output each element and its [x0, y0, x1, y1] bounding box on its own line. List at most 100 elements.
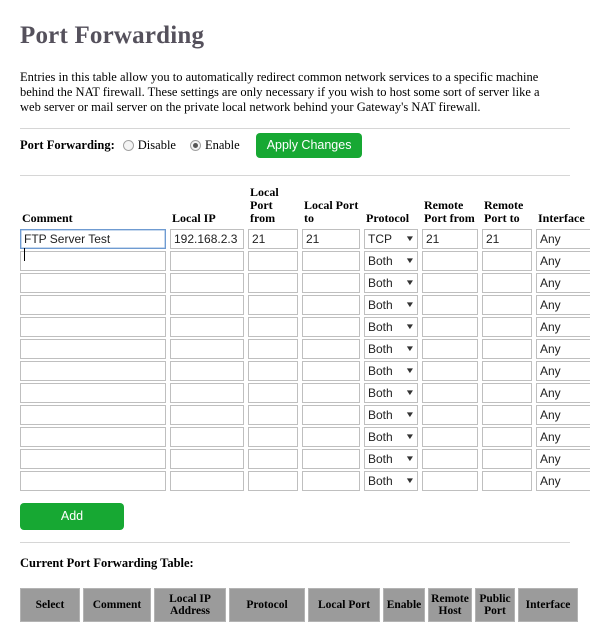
protocol-select[interactable]: Both ▼ — [364, 404, 418, 425]
add-button[interactable]: Add — [20, 502, 124, 530]
remote-port-to-input[interactable] — [482, 272, 532, 293]
radio-disable[interactable]: Disable — [122, 138, 176, 153]
remote-port-from-input[interactable] — [422, 360, 478, 381]
local-port-to-input[interactable] — [302, 250, 360, 271]
local-port-from-input[interactable] — [248, 294, 298, 315]
remote-port-from-input[interactable] — [422, 448, 478, 469]
local-ip-input[interactable] — [170, 338, 244, 359]
remote-port-from-input[interactable] — [422, 294, 478, 315]
remote-port-to-input[interactable] — [482, 448, 532, 469]
remote-port-to-input[interactable] — [482, 316, 532, 337]
interface-select[interactable]: Any▼ — [536, 338, 590, 359]
remote-port-from-input[interactable]: 21 — [422, 228, 478, 249]
protocol-select[interactable]: Both ▼ — [364, 426, 418, 447]
protocol-select[interactable]: Both ▼ — [364, 316, 418, 337]
radio-enable-indicator[interactable] — [189, 140, 201, 151]
interface-select[interactable]: Any▼ — [536, 404, 590, 425]
remote-port-from-input[interactable] — [422, 338, 478, 359]
local-port-from-input[interactable] — [248, 426, 298, 447]
local-port-to-input[interactable] — [302, 294, 360, 315]
local-port-from-input[interactable]: 21 — [248, 228, 298, 249]
comment-input[interactable] — [20, 404, 166, 425]
comment-input[interactable] — [20, 426, 166, 447]
protocol-select[interactable]: Both ▼ — [364, 272, 418, 293]
local-ip-input[interactable] — [170, 382, 244, 403]
protocol-select[interactable]: Both ▼ — [364, 294, 418, 315]
interface-select[interactable]: Any▼ — [536, 448, 590, 469]
comment-input[interactable] — [20, 250, 166, 271]
local-port-from-input[interactable] — [248, 448, 298, 469]
local-ip-input[interactable] — [170, 448, 244, 469]
remote-port-to-input[interactable] — [482, 404, 532, 425]
remote-port-from-input[interactable] — [422, 404, 478, 425]
local-port-from-input[interactable] — [248, 360, 298, 381]
local-ip-input[interactable] — [170, 404, 244, 425]
comment-input[interactable] — [20, 382, 166, 403]
protocol-select[interactable]: Both ▼ — [364, 448, 418, 469]
comment-input[interactable] — [20, 360, 166, 381]
local-port-to-input[interactable] — [302, 360, 360, 381]
remote-port-from-input[interactable] — [422, 382, 478, 403]
local-port-from-input[interactable] — [248, 272, 298, 293]
local-ip-input[interactable] — [170, 294, 244, 315]
radio-disable-indicator[interactable] — [122, 140, 134, 151]
local-port-to-input[interactable] — [302, 316, 360, 337]
local-port-from-input[interactable] — [248, 338, 298, 359]
local-ip-input[interactable]: 192.168.2.3 — [170, 228, 244, 249]
local-ip-input[interactable] — [170, 250, 244, 271]
remote-port-to-input[interactable] — [482, 426, 532, 447]
remote-port-from-input[interactable] — [422, 470, 478, 491]
protocol-select[interactable]: Both ▼ — [364, 382, 418, 403]
radio-enable[interactable]: Enable — [189, 138, 240, 153]
remote-port-to-input[interactable] — [482, 294, 532, 315]
remote-port-to-input[interactable] — [482, 360, 532, 381]
local-port-to-input[interactable] — [302, 272, 360, 293]
local-ip-input[interactable] — [170, 272, 244, 293]
local-port-to-input[interactable] — [302, 382, 360, 403]
remote-port-to-input[interactable] — [482, 382, 532, 403]
protocol-select[interactable]: Both ▼ — [364, 338, 418, 359]
local-port-to-input[interactable] — [302, 338, 360, 359]
comment-input[interactable] — [20, 470, 166, 491]
local-port-from-input[interactable] — [248, 250, 298, 271]
comment-input[interactable] — [20, 294, 166, 315]
remote-port-from-input[interactable] — [422, 272, 478, 293]
interface-select[interactable]: Any▼ — [536, 360, 590, 381]
interface-select[interactable]: Any▼ — [536, 250, 590, 271]
interface-select[interactable]: Any▼ — [536, 470, 590, 491]
comment-input[interactable] — [20, 316, 166, 337]
remote-port-from-input[interactable] — [422, 316, 478, 337]
local-port-to-input[interactable] — [302, 448, 360, 469]
interface-select[interactable]: Any▼ — [536, 316, 590, 337]
comment-input[interactable] — [20, 338, 166, 359]
remote-port-from-input[interactable] — [422, 426, 478, 447]
interface-select[interactable]: Any▼ — [536, 382, 590, 403]
remote-port-to-input[interactable] — [482, 470, 532, 491]
interface-select[interactable]: Any▼ — [536, 294, 590, 315]
local-port-from-input[interactable] — [248, 404, 298, 425]
interface-select[interactable]: Any▼ — [536, 228, 590, 249]
local-ip-input[interactable] — [170, 360, 244, 381]
interface-select[interactable]: Any▼ — [536, 272, 590, 293]
local-port-from-input[interactable] — [248, 470, 298, 491]
local-ip-input[interactable] — [170, 426, 244, 447]
remote-port-to-input[interactable] — [482, 338, 532, 359]
local-port-from-input[interactable] — [248, 316, 298, 337]
protocol-select[interactable]: Both ▼ — [364, 360, 418, 381]
local-port-to-input[interactable]: 21 — [302, 228, 360, 249]
local-port-from-input[interactable] — [248, 382, 298, 403]
remote-port-to-input[interactable]: 21 — [482, 228, 532, 249]
protocol-select[interactable]: TCP ▼ — [364, 228, 418, 249]
protocol-select[interactable]: Both ▼ — [364, 250, 418, 271]
apply-changes-button[interactable]: Apply Changes — [255, 132, 363, 159]
local-port-to-input[interactable] — [302, 426, 360, 447]
protocol-select[interactable]: Both ▼ — [364, 470, 418, 491]
local-ip-input[interactable] — [170, 316, 244, 337]
remote-port-from-input[interactable] — [422, 250, 478, 271]
local-ip-input[interactable] — [170, 470, 244, 491]
local-port-to-input[interactable] — [302, 404, 360, 425]
local-port-to-input[interactable] — [302, 470, 360, 491]
comment-input[interactable]: FTP Server Test — [20, 228, 166, 261]
interface-select[interactable]: Any▼ — [536, 426, 590, 447]
remote-port-to-input[interactable] — [482, 250, 532, 271]
